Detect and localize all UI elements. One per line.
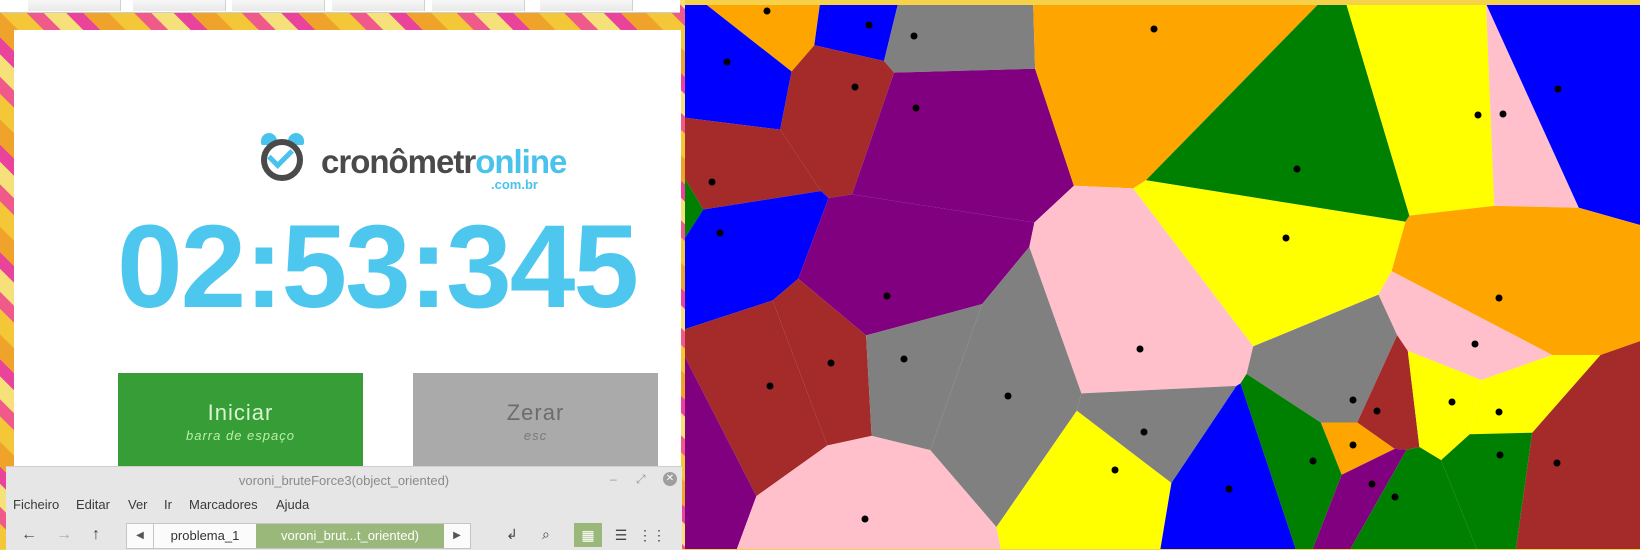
menu-editar[interactable]: Editar (76, 497, 110, 512)
voronoi-site-point (883, 292, 891, 300)
menu-ficheiro[interactable]: Ficheiro (13, 497, 59, 512)
menu-ver[interactable]: Ver (128, 497, 148, 512)
minimize-icon[interactable]: ‒ (610, 472, 617, 486)
voronoi-canvas (685, 5, 1640, 549)
voronoi-site-point (1282, 234, 1290, 242)
voronoi-site-point (1553, 459, 1561, 467)
voronoi-site-point (827, 359, 835, 367)
start-shortcut-hint: barra de espaço (186, 428, 295, 443)
menu-ajuda[interactable]: Ajuda (276, 497, 309, 512)
voronoi-site-point (1309, 457, 1317, 465)
stopwatch-display: 02:53:345 (117, 201, 639, 333)
path-bar: ◀ problema_1 voroni_brut...t_oriented) ▶ (126, 523, 471, 549)
site-logo[interactable]: cronômetronline .com.br (246, 105, 567, 195)
taskbar-thumbnails (0, 0, 680, 13)
brand-name: cronômetronline (321, 143, 567, 180)
voronoi-site-point (912, 104, 920, 112)
window-thumbnail[interactable] (540, 0, 633, 11)
close-icon[interactable]: ✕ (663, 472, 677, 486)
window-title: voroni_bruteForce3(object_oriented) (238, 473, 450, 488)
voronoi-site-point (851, 83, 859, 91)
voronoi-site-point (1349, 396, 1357, 404)
voronoi-site-point (763, 7, 771, 15)
voronoi-site-point (723, 58, 731, 66)
voronoi-cell (884, 5, 1036, 73)
window-thumbnail[interactable] (133, 0, 226, 11)
voronoi-site-point (1004, 392, 1012, 400)
reset-button[interactable]: Zerar esc (413, 373, 658, 466)
breadcrumb-current-folder[interactable]: voroni_brut...t_oriented) (256, 524, 444, 548)
voronoi-site-point (1150, 25, 1158, 33)
file-manager-window: voroni_bruteForce3(object_oriented) ‒ ⤢ … (6, 466, 682, 550)
forward-arrow-icon[interactable]: → (56, 526, 72, 544)
voronoi-site-point (708, 178, 716, 186)
stopwatch-window: cronômetronline .com.br 02:53:345 Inicia… (14, 30, 681, 472)
reset-shortcut-hint: esc (523, 428, 548, 443)
voronoi-site-point (1496, 451, 1504, 459)
path-right-arrow-icon[interactable]: ▶ (444, 524, 470, 548)
list-view-icon[interactable]: ☰ (607, 523, 635, 547)
toolbar: ← → ↑ ◀ problema_1 voroni_brut...t_orien… (6, 521, 682, 550)
voronoi-site-point (1111, 466, 1119, 474)
voronoi-site-point (1368, 480, 1376, 488)
voronoi-site-point (1293, 165, 1301, 173)
breadcrumb-problema[interactable]: problema_1 (153, 524, 257, 548)
start-label: Iniciar (207, 400, 274, 425)
back-arrow-icon[interactable]: ← (21, 526, 37, 544)
desktop-wallpaper: cronômetronline .com.br 02:53:345 Inicia… (0, 0, 685, 550)
voronoi-window (685, 5, 1640, 549)
compact-view-icon[interactable]: ⋮⋮ (638, 523, 666, 547)
voronoi-site-point (1225, 485, 1233, 493)
path-left-arrow-icon[interactable]: ◀ (127, 524, 153, 548)
search-icon[interactable]: ⌕ (542, 526, 550, 543)
voronoi-site-point (910, 32, 918, 40)
window-thumbnail[interactable] (232, 0, 325, 11)
voronoi-site-point (1554, 85, 1562, 93)
menu-ir[interactable]: Ir (164, 497, 172, 512)
voronoi-site-point (1471, 340, 1479, 348)
voronoi-site-point (1499, 110, 1507, 118)
up-arrow-icon[interactable]: ↑ (92, 526, 100, 544)
path-toggle-icon[interactable]: ↲ (506, 526, 518, 543)
voronoi-site-point (1140, 428, 1148, 436)
voronoi-site-point (716, 229, 724, 237)
voronoi-site-point (1495, 294, 1503, 302)
voronoi-site-point (861, 515, 869, 523)
brand-domain: .com.br (491, 177, 538, 192)
maximize-icon[interactable]: ⤢ (636, 472, 646, 487)
window-thumbnail[interactable] (432, 0, 525, 11)
reset-label: Zerar (506, 400, 565, 425)
voronoi-site-point (1495, 408, 1503, 416)
window-thumbnail[interactable] (332, 0, 425, 11)
menu-marcadores[interactable]: Marcadores (189, 497, 258, 512)
voronoi-site-point (1349, 441, 1357, 449)
grid-view-icon[interactable]: ▦ (574, 523, 602, 547)
voronoi-site-point (1136, 345, 1144, 353)
voronoi-site-point (900, 355, 908, 363)
voronoi-site-point (1391, 493, 1399, 501)
voronoi-site-point (1448, 398, 1456, 406)
window-thumbnail[interactable] (28, 0, 121, 11)
voronoi-site-point (1373, 407, 1381, 415)
start-button[interactable]: Iniciar barra de espaço (118, 373, 363, 466)
voronoi-site-point (1474, 111, 1482, 119)
voronoi-site-point (766, 382, 774, 390)
voronoi-site-point (865, 21, 873, 29)
